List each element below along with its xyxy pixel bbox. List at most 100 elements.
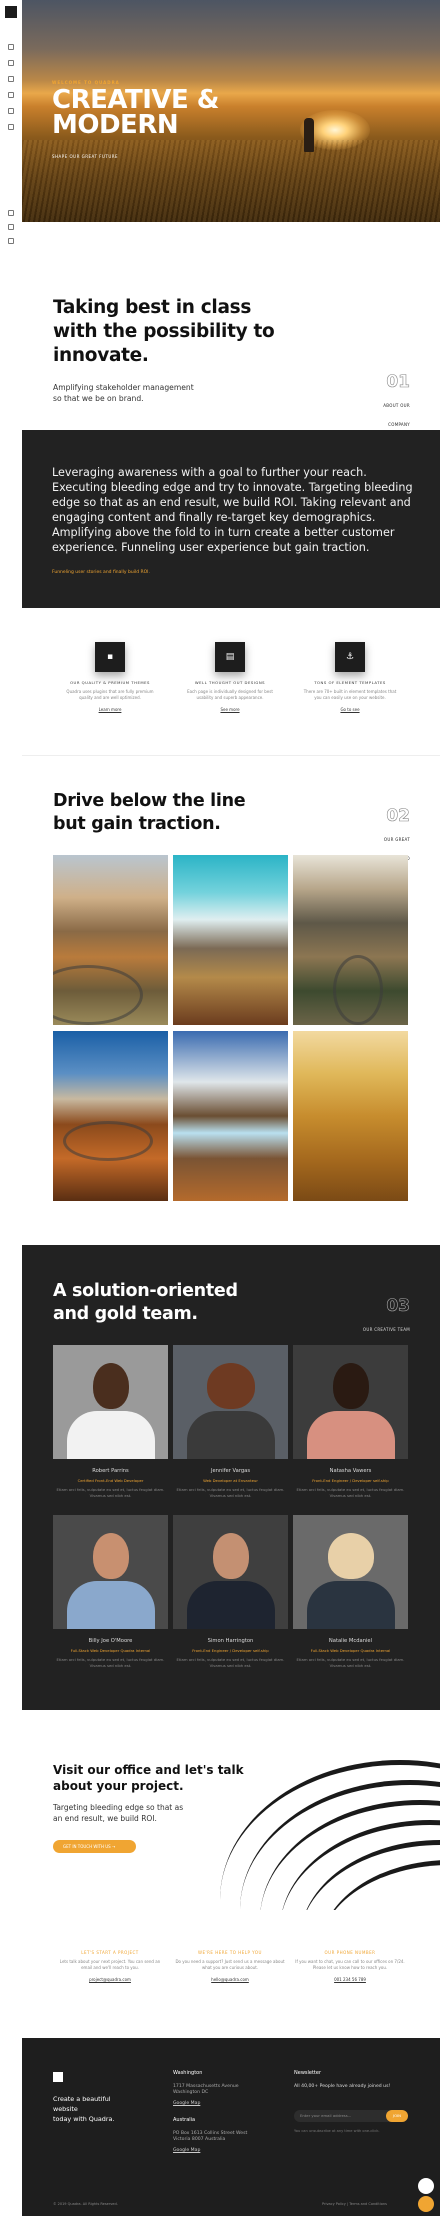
team-heading-line1: A solution-oriented [53,1281,238,1301]
portfolio-heading-line1: Drive below the line [53,791,246,811]
footer-col-washington: Washington 1717 Massachusetts Avenue Was… [173,2070,273,2154]
facebook-icon[interactable] [8,224,14,230]
chat-icon[interactable] [418,2178,434,2194]
member-name: Natalie Mcdaniel [328,1638,373,1644]
member-head [328,1533,374,1579]
side-rail [0,0,22,2216]
portfolio-image[interactable] [293,855,408,1025]
section-number-03: 03 OUR CREATIVE TEAM [362,1296,410,1335]
team-member-card[interactable]: Robert Parrins Certified Front-End Web D… [53,1345,168,1499]
section-number-value: 02 [386,806,410,827]
team-header: A solution-oriented and gold team. [53,1280,238,1326]
contact-title: WE'RE HERE TO HELP YOU [198,1950,262,1955]
portfolio-image[interactable] [173,1031,288,1201]
contact-link[interactable]: project@quadra.com [55,1977,165,1982]
portfolio-image[interactable] [173,855,288,1025]
footer-legal-links[interactable]: Privacy Policy | Terms and Conditions [322,2202,387,2206]
section-divider [22,755,440,756]
feature-card: ▤ WELL THOUGHT OUT DESIGNS Each page is … [180,642,280,712]
member-photo [173,1345,288,1459]
member-head [213,1533,249,1579]
feature-more-link[interactable]: Learn more [60,707,160,712]
member-role: Certified Front-End Web Developer [77,1478,144,1483]
briefcase-icon[interactable] [8,92,14,98]
site-logo[interactable] [5,6,17,18]
footer-tagline: Create a beautiful website today with Qua… [53,2094,133,2124]
member-body [187,1581,275,1629]
contact-block: LET'S START A PROJECT Lets talk about yo… [55,1950,165,1982]
office-heading-line2: about your project. [53,1779,184,1793]
footer-logo[interactable] [53,2072,63,2082]
member-photo [53,1345,168,1459]
instagram-icon[interactable] [8,238,14,244]
member-desc: Etiam orci felis, vulputate eu sed et, l… [296,1657,405,1668]
mail-icon[interactable] [8,108,14,114]
home-icon[interactable] [8,44,14,50]
member-role: Front-End Engineer / Developer self-ship [312,1478,389,1483]
contact-link[interactable]: hello@quadra.com [175,1977,285,1982]
feature-title: TONS OF ELEMENT TEMPLATES [314,680,386,685]
twitter-icon[interactable] [8,210,14,216]
feature-more-link[interactable]: See more [180,707,280,712]
section-number-01: 01 ABOUT OUR COMPANY [362,372,410,430]
team-heading-line2: and gold team. [53,1304,198,1324]
footer-address-line: Victoria 8007 Australia [173,2137,226,2142]
intro-text: Amplifying stakeholder management so that… [53,382,353,404]
footer-map-link[interactable]: Google Map [173,2148,273,2155]
member-desc: Etiam orci felis, vulputate eu sed et, l… [56,1657,165,1668]
contact-title: LET'S START A PROJECT [81,1950,139,1955]
member-body [67,1581,155,1629]
contact-desc: If you want to chat, you can call to our… [295,1959,405,1970]
member-name: Jennifer Vargas [210,1468,251,1474]
statement-link[interactable]: Funneling user stories and finally build… [52,570,150,575]
member-photo [53,1515,168,1629]
footer-map-link[interactable]: Google Map [173,2101,273,2108]
member-desc: Etiam orci felis, vulputate eu sed et, l… [56,1487,165,1498]
newsletter-note: You can unsubscribe at any time with one… [294,2129,380,2133]
team-member-card[interactable]: Jennifer Vargas Web Developer at Envante… [173,1345,288,1499]
newsletter-join-button[interactable]: JOIN [386,2110,408,2122]
team-member-card[interactable]: Billy Joe O'Moore Full-Stack Web Develop… [53,1515,168,1669]
portfolio-heading: Drive below the line but gain traction. [53,790,246,836]
footer-tagline-line2: today with Quadra. [53,2115,115,2123]
member-name: Simon Harrington [207,1638,254,1644]
portfolio-image[interactable] [53,855,168,1025]
portfolio-image[interactable] [53,1031,168,1201]
portfolio-image[interactable] [293,1031,408,1201]
copyright: © 2019 Quadra. All Rights Reserved. [53,2202,118,2206]
scroll-top-icon[interactable] [418,2196,434,2212]
hero-person-silhouette [304,118,314,152]
member-role: Web Developer at Envanteur [203,1478,258,1483]
cart-icon[interactable] [8,124,14,130]
team-member-card[interactable]: Natalie Mcdaniel Full-Stack Web Develope… [293,1515,408,1669]
box-icon: ▪ [95,642,125,672]
feature-card: ⚓ TONS OF ELEMENT TEMPLATES There are 70… [300,642,400,712]
feature-more-link[interactable]: Go to see [300,707,400,712]
get-in-touch-button[interactable]: GET IN TOUCH WITH US → [53,1840,136,1853]
user-icon[interactable] [8,60,14,66]
member-role: Front-End Engineer / Developer self-ship [192,1648,269,1653]
hero-section: WELCOME TO QUADRA CREATIVE & MODERN SHAPE… [22,0,440,222]
image-road [53,965,143,1025]
team-member-card[interactable]: Natasha Vawers Front-End Engineer / Deve… [293,1345,408,1499]
feature-desc: Quadra uses plugins that are fully premi… [66,689,154,700]
newsletter-text: All 40,00+ People have already joined us… [294,2083,391,2089]
member-desc: Etiam orci felis, vulputate eu sed et, l… [296,1487,405,1498]
anchor-icon: ⚓ [335,642,365,672]
office-heading: Visit our office and let's talk about you… [53,1762,253,1794]
grid-icon[interactable] [8,76,14,82]
section-number-value: 03 [386,1296,410,1317]
office-text: Targeting bleeding edge so that as an end… [53,1802,253,1824]
hero-title-line2: MODERN [52,110,179,140]
member-head [93,1533,129,1579]
feature-desc: There are 70+ built in element templates… [303,689,397,700]
contact-block: WE'RE HERE TO HELP YOU Do you need a sup… [175,1950,285,1982]
footer-col-title: Australia [173,2117,196,2123]
section-number-value: 01 [386,372,410,393]
hero-subtitle: SHAPE OUR GREAT FUTURE [52,154,119,159]
image-road [63,1121,153,1161]
contact-link[interactable]: 001 234 56 789 [295,1977,405,1982]
feature-card: ▪ OUR QUALITY & PREMIUM THEMES Quadra us… [60,642,160,712]
team-member-card[interactable]: Simon Harrington Front-End Engineer / De… [173,1515,288,1669]
member-body [307,1411,395,1459]
